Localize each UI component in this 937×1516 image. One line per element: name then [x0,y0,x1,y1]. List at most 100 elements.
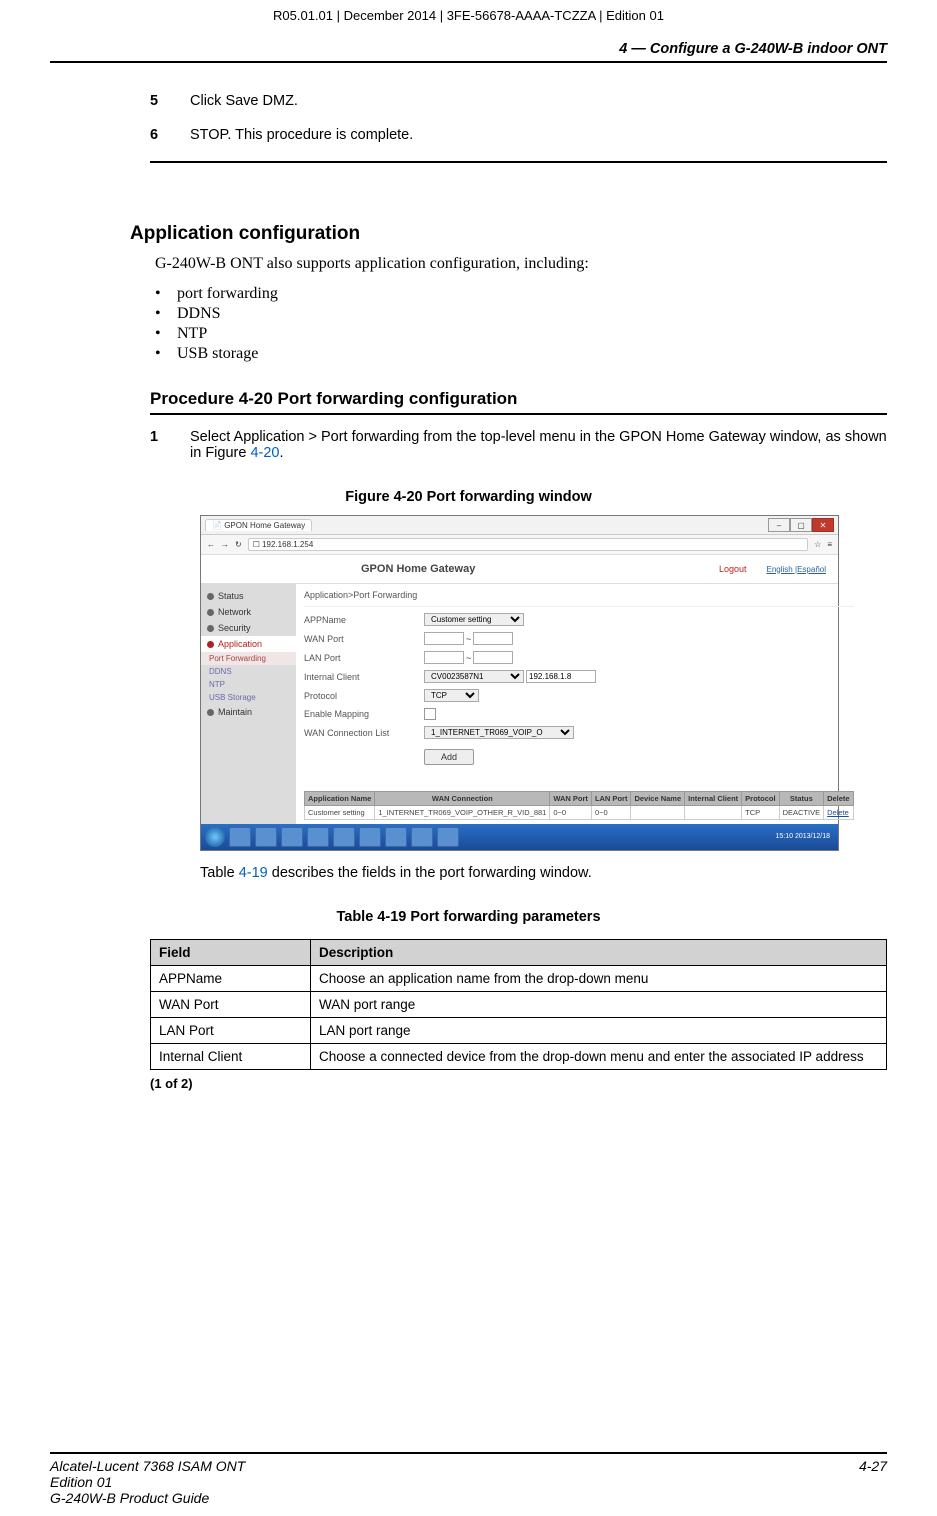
col-description: Description [311,940,887,966]
taskbar-app-icon[interactable] [385,827,407,847]
enable-mapping-checkbox[interactable] [424,708,436,720]
delete-link[interactable]: Delete [824,806,854,820]
sidebar-sub-ntp[interactable]: NTP [201,678,296,691]
figure-caption: Figure 4-20 Port forwarding window [50,489,887,505]
window-maximize-icon[interactable]: ▢ [790,518,812,532]
cell-device-name [631,806,685,820]
field-cell: Internal Client [151,1044,311,1070]
internal-client-ip-input[interactable] [526,670,596,683]
col-wan-port: WAN Port [550,792,592,806]
sidebar-item-maintain[interactable]: Maintain [201,704,296,720]
nav-back-icon[interactable]: ← [207,540,215,549]
cell-lan-port: 0~0 [591,806,631,820]
page-footer: Alcatel-Lucent 7368 ISAM ONT Edition 01 … [50,1452,887,1506]
table-xref[interactable]: 4-19 [239,865,268,881]
nav-forward-icon[interactable]: → [221,540,229,549]
document-meta: R05.01.01 | December 2014 | 3FE-56678-AA… [50,0,887,23]
sidebar-item-security[interactable]: Security [201,620,296,636]
field-cell: LAN Port [151,1018,311,1044]
table-caption: Table 4-19 Port forwarding parameters [50,909,887,925]
feature-item: NTP [155,325,887,343]
start-button-icon[interactable] [205,827,225,847]
step-text-post: . [279,445,283,461]
taskbar-app-icon[interactable] [307,827,329,847]
footer-product-line: Alcatel-Lucent 7368 ISAM ONT [50,1458,859,1474]
step-text: Click Save DMZ. [190,93,887,109]
lan-port-to-input[interactable] [473,651,513,664]
prev-step-6: 6 STOP. This procedure is complete. [150,127,887,143]
text-post: describes the fields in the port forward… [268,865,592,881]
breadcrumb: Application>Port Forwarding [304,588,854,607]
desc-cell: Choose an application name from the drop… [311,966,887,992]
taskbar-app-icon[interactable] [411,827,433,847]
cell-wan-port: 0~0 [550,806,592,820]
step-text-pre: Select Application > Port forwarding fro… [190,429,887,461]
add-button[interactable]: Add [424,749,474,765]
feature-list: port forwarding DDNS NTP USB storage [155,285,887,363]
logout-link[interactable]: Logout [719,564,747,574]
header-rule [50,61,887,63]
after-figure-text: Table 4-19 describes the fields in the p… [200,865,887,881]
taskbar-app-icon[interactable] [333,827,355,847]
browser-tab[interactable]: 📄 GPON Home Gateway [205,519,312,531]
range-separator: ~ [466,634,471,644]
sidebar-item-application[interactable]: Application [201,636,296,652]
system-tray-clock[interactable]: 15:10 2013/12/18 [776,833,835,841]
internal-client-select[interactable]: CV0023587N1 [424,670,524,683]
chapter-title: 4 — Configure a G-240W-B indoor ONT [50,41,887,57]
sidebar-sub-usb-storage[interactable]: USB Storage [201,691,296,704]
taskbar-app-icon[interactable] [255,827,277,847]
taskbar-app-icon[interactable] [359,827,381,847]
col-device-name: Device Name [631,792,685,806]
taskbar-app-icon[interactable] [437,827,459,847]
step-1: 1 Select Application > Port forwarding f… [150,429,887,461]
desc-cell: LAN port range [311,1018,887,1044]
footer-edition: Edition 01 [50,1474,859,1490]
cell-wan-conn: 1_INTERNET_TR069_VOIP_OTHER_R_VID_881 [375,806,550,820]
wan-conn-select[interactable]: 1_INTERNET_TR069_VOIP_O [424,726,574,739]
port-forwarding-table: Application Name WAN Connection WAN Port… [304,791,854,820]
wan-port-to-input[interactable] [473,632,513,645]
protocol-label: Protocol [304,691,424,701]
window-close-icon[interactable]: ✕ [812,518,834,532]
nav-reload-icon[interactable]: ↻ [235,540,242,549]
lan-port-from-input[interactable] [424,651,464,664]
step-number: 5 [150,93,190,109]
field-cell: WAN Port [151,992,311,1018]
step-text: STOP. This procedure is complete. [190,127,887,143]
footer-rule [50,1452,887,1454]
step-number: 1 [150,429,190,461]
taskbar-app-icon[interactable] [229,827,251,847]
sidebar-item-network[interactable]: Network [201,604,296,620]
appname-select[interactable]: Customer setting [424,613,524,626]
window-minimize-icon[interactable]: – [768,518,790,532]
browser-tab-bar: 📄 GPON Home Gateway – ▢ ✕ [201,516,838,535]
table-row: Internal Client Choose a connected devic… [151,1044,887,1070]
cell-app-name: Customer setting [305,806,375,820]
col-internal-client: Internal Client [685,792,742,806]
sidebar-sub-port-forwarding[interactable]: Port Forwarding [201,652,296,665]
protocol-select[interactable]: TCP [424,689,479,702]
sidebar-sub-ddns[interactable]: DDNS [201,665,296,678]
field-cell: APPName [151,966,311,992]
wan-port-from-input[interactable] [424,632,464,645]
menu-icon[interactable]: ≡ [827,540,832,549]
taskbar-app-icon[interactable] [281,827,303,847]
browser-toolbar: ← → ↻ ☐ 192.168.1.254 ☆ ≡ [201,535,838,555]
desc-cell: Choose a connected device from the drop-… [311,1044,887,1070]
address-bar[interactable]: ☐ 192.168.1.254 [248,538,808,551]
language-links[interactable]: English |Español [767,565,826,574]
figure-xref[interactable]: 4-20 [250,445,279,461]
col-field: Field [151,940,311,966]
sidebar-nav: Status Network Security Application Port… [201,584,296,824]
app-title: GPON Home Gateway [361,563,475,575]
col-wan-conn: WAN Connection [375,792,550,806]
procedure-separator [150,161,887,163]
app-header: GPON Home Gateway Logout English |Españo… [201,555,838,584]
sidebar-item-status[interactable]: Status [201,588,296,604]
prev-step-5: 5 Click Save DMZ. [150,93,887,109]
range-separator: ~ [466,653,471,663]
page-number: 4-27 [859,1458,887,1506]
bookmark-icon[interactable]: ☆ [814,540,821,549]
col-app-name: Application Name [305,792,375,806]
